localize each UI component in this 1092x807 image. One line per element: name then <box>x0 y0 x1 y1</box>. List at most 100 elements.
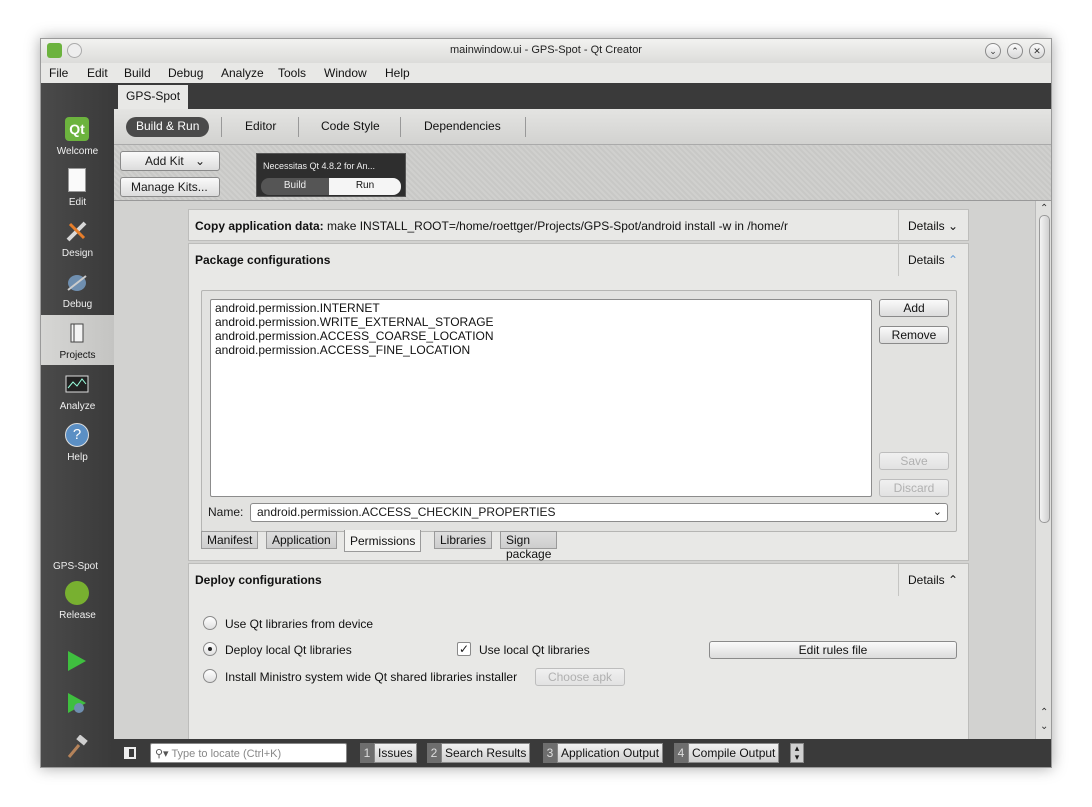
use-device-libs-label: Use Qt libraries from device <box>225 617 374 631</box>
qt-logo-icon: Qt <box>65 117 89 141</box>
maximize-button[interactable]: ⌃ <box>1007 43 1023 59</box>
tab-code-style[interactable]: Code Style <box>321 119 380 133</box>
permissions-editor: android.permission.INTERNET android.perm… <box>201 290 957 532</box>
android-device-icon <box>65 581 89 605</box>
help-icon: ? <box>65 423 89 447</box>
mode-welcome[interactable]: Qt Welcome <box>41 111 114 161</box>
permission-name-label: Name: <box>208 505 244 519</box>
menu-analyze[interactable]: Analyze <box>221 66 264 80</box>
scroll-down-icon[interactable]: ⌄ <box>1040 721 1048 732</box>
divider <box>221 117 222 137</box>
divider <box>298 117 299 137</box>
menu-window[interactable]: Window <box>324 66 367 80</box>
tab-build-run[interactable]: Build & Run <box>126 117 210 137</box>
tab-manifest[interactable]: Manifest <box>201 531 259 549</box>
package-title: Package configurations <box>195 253 331 267</box>
menu-build[interactable]: Build <box>124 66 151 80</box>
scroll-up-icon[interactable]: ⌃ <box>1040 707 1048 718</box>
target-project-label: GPS-Spot <box>53 561 99 572</box>
chevron-down-icon: ⌄ <box>932 506 942 518</box>
kit-selector-bar: Add Kit ⌄ Manage Kits... Necessitas Qt 4… <box>114 145 1051 201</box>
tab-sign-package[interactable]: Sign package <box>500 531 558 561</box>
remove-permission-button[interactable]: Remove <box>879 326 949 344</box>
mode-analyze[interactable]: Analyze <box>41 366 114 416</box>
install-ministro-label: Install Ministro system wide Qt shared l… <box>225 670 518 684</box>
analyze-chart-icon <box>65 375 89 393</box>
kit-build-button[interactable]: Build <box>261 178 329 195</box>
mode-design[interactable]: Design <box>41 213 114 263</box>
chevron-up-icon: ⌃ <box>948 573 959 587</box>
output-compile-output-button[interactable]: 4 Compile Output <box>674 743 780 763</box>
menu-help[interactable]: Help <box>385 66 410 80</box>
package-details-button[interactable]: Details ⌃ <box>898 244 968 276</box>
locator-placeholder: Type to locate (Ctrl+K) <box>171 748 282 760</box>
output-issues-button[interactable]: 1 Issues <box>360 743 417 763</box>
add-permission-button[interactable]: Add <box>879 299 949 317</box>
permission-name-combo[interactable]: android.permission.ACCESS_CHECKIN_PROPER… <box>250 503 948 522</box>
build-config-selector[interactable]: Release <box>41 575 114 625</box>
search-icon: ⚲▾ <box>155 748 169 760</box>
mode-help[interactable]: ? Help <box>41 417 114 467</box>
deploy-local-libs-radio[interactable] <box>203 642 217 656</box>
deploy-title: Deploy configurations <box>195 573 322 587</box>
debug-run-icon[interactable] <box>65 691 89 715</box>
build-hammer-icon[interactable] <box>65 735 89 759</box>
manage-kits-button[interactable]: Manage Kits... <box>120 177 220 197</box>
permissions-list[interactable]: android.permission.INTERNET android.perm… <box>210 299 872 497</box>
use-device-libs-radio[interactable] <box>203 616 217 630</box>
list-item[interactable]: android.permission.INTERNET <box>215 301 380 315</box>
tab-gps-spot[interactable]: GPS-Spot <box>118 85 189 109</box>
list-item[interactable]: android.permission.ACCESS_FINE_LOCATION <box>215 343 470 357</box>
tab-application[interactable]: Application <box>266 531 337 549</box>
locator-input[interactable]: ⚲▾ Type to locate (Ctrl+K) <box>150 743 347 763</box>
copy-data-label: Copy application data: <box>195 219 324 233</box>
use-local-libs-checkbox[interactable]: ✓ <box>457 642 471 656</box>
menu-debug[interactable]: Debug <box>168 66 203 80</box>
toggle-sidebar-icon[interactable] <box>124 747 136 759</box>
tab-libraries[interactable]: Libraries <box>434 531 493 549</box>
output-pane-bar: ⚲▾ Type to locate (Ctrl+K) 1 Issues 2 Sear… <box>114 739 1051 767</box>
discard-button[interactable]: Discard <box>879 479 949 497</box>
run-icon[interactable] <box>65 649 89 673</box>
copy-data-summary: Copy application data: make INSTALL_ROOT… <box>195 219 895 233</box>
scroll-up-icon[interactable]: ⌃ <box>1040 203 1048 214</box>
save-button[interactable]: Save <box>879 452 949 470</box>
more-panes-icon[interactable]: ▴ ▾ <box>790 743 804 763</box>
output-application-output-button[interactable]: 3 Application Output <box>543 743 664 763</box>
mode-edit[interactable]: Edit <box>41 162 114 212</box>
edit-rules-file-button[interactable]: Edit rules file <box>709 641 957 659</box>
tab-dependencies[interactable]: Dependencies <box>424 119 501 133</box>
install-ministro-radio[interactable] <box>203 669 217 683</box>
menu-tools[interactable]: Tools <box>278 66 306 80</box>
package-header: Package configurations Details ⌃ <box>189 244 968 276</box>
deploy-details-button[interactable]: Details ⌃ <box>898 564 968 596</box>
use-local-libs-label: Use local Qt libraries <box>479 643 590 657</box>
list-item[interactable]: android.permission.WRITE_EXTERNAL_STORAG… <box>215 315 494 329</box>
kit-run-button[interactable]: Run <box>329 178 401 195</box>
close-button[interactable]: ✕ <box>1029 43 1045 59</box>
output-search-results-button[interactable]: 2 Search Results <box>427 743 531 763</box>
mode-projects[interactable]: Projects <box>41 315 114 365</box>
project-settings-tabs: Build & Run Editor Code Style Dependenci… <box>114 109 1051 145</box>
tab-editor[interactable]: Editor <box>245 119 276 133</box>
list-item[interactable]: android.permission.ACCESS_COARSE_LOCATIO… <box>215 329 494 343</box>
vertical-scrollbar[interactable]: ⌃ ⌃ ⌄ <box>1035 201 1051 739</box>
minimize-button[interactable]: ⌄ <box>985 43 1001 59</box>
tab-permissions[interactable]: Permissions <box>344 530 422 552</box>
mode-debug[interactable]: Debug <box>41 264 114 314</box>
deploy-configurations-step: Deploy configurations Details ⌃ Use Qt l… <box>188 563 969 739</box>
copy-data-details-button[interactable]: Details ⌄ <box>898 210 968 242</box>
chevron-up-icon: ⌃ <box>948 253 959 267</box>
project-tab-strip: GPS-Spot <box>114 83 1051 109</box>
menu-edit[interactable]: Edit <box>87 66 108 80</box>
add-kit-label: Add Kit <box>145 154 184 168</box>
add-kit-button[interactable]: Add Kit ⌄ <box>120 151 220 171</box>
menu-file[interactable]: File <box>49 66 68 80</box>
details-label: Details <box>908 253 945 267</box>
choose-apk-button[interactable]: Choose apk <box>535 668 625 686</box>
menu-bar: File Edit Build Debug Analyze Tools Wind… <box>41 63 1051 83</box>
copy-data-command: make INSTALL_ROOT=/home/roettger/Project… <box>323 219 788 233</box>
bug-icon <box>67 275 87 291</box>
details-label: Details <box>908 573 945 587</box>
scrollbar-thumb[interactable] <box>1039 215 1050 523</box>
